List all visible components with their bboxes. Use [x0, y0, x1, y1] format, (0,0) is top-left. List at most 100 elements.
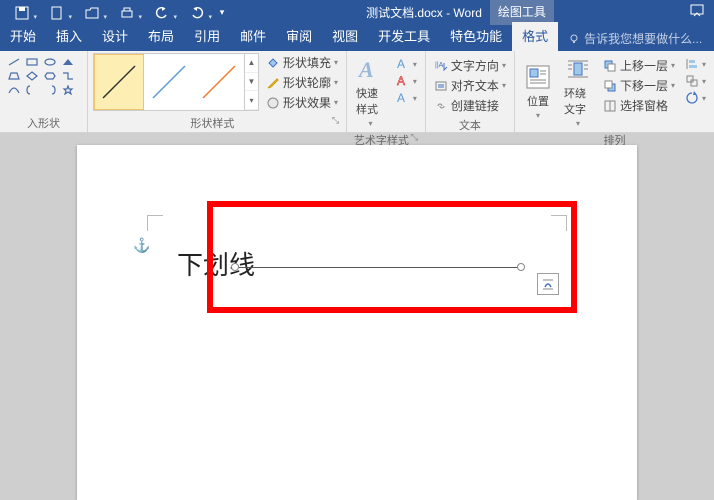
scroll-down-button[interactable]: ▼	[245, 73, 258, 92]
text-direction-button[interactable]: ||A文字方向▾	[431, 56, 509, 75]
svg-text:A: A	[397, 91, 405, 105]
paint-bucket-icon	[266, 56, 280, 70]
style-item-2[interactable]	[144, 54, 194, 110]
svg-text:A: A	[397, 74, 405, 88]
link-icon	[434, 99, 448, 113]
layout-options-button[interactable]	[537, 273, 559, 295]
shape-trapezoid-icon[interactable]	[5, 69, 22, 82]
shape-connector-icon[interactable]	[59, 69, 76, 82]
line-shape[interactable]	[235, 267, 521, 268]
align-button[interactable]: ▾	[682, 56, 709, 72]
group-arrange: 位置▾ 环绕文字▾ 上移一层▾ 下移一层▾ 选择窗格 ▾ ▾ ▾ 排列	[515, 51, 714, 132]
redo-button[interactable]: ▾	[179, 3, 214, 23]
style-item-3[interactable]	[194, 54, 244, 110]
send-backward-button[interactable]: 下移一层▾	[600, 76, 678, 95]
body-text[interactable]: 下划线	[177, 245, 255, 282]
document-title: 测试文档.docx - Word	[366, 4, 482, 21]
layout-options-icon	[541, 277, 555, 291]
shape-ellipse-icon[interactable]	[41, 55, 58, 68]
group-insert-shapes: 入形状	[0, 51, 88, 132]
tab-format[interactable]: 格式	[512, 22, 558, 51]
svg-text:||A: ||A	[435, 62, 444, 69]
shape-effects-button[interactable]: 形状效果▾	[263, 93, 341, 112]
group-icon	[685, 74, 699, 88]
svg-text:A: A	[397, 57, 405, 71]
tell-me-search[interactable]: 告诉我您想要做什么...	[558, 26, 712, 51]
annotation-highlight-box	[207, 201, 577, 313]
gallery-scroll: ▲ ▼ ▾	[244, 54, 258, 110]
scroll-up-button[interactable]: ▲	[245, 54, 258, 73]
style-item-1[interactable]	[94, 54, 144, 110]
tab-mailings[interactable]: 邮件	[230, 22, 276, 51]
ribbon: 入形状 ▲ ▼ ▾ 形状填充▾ 形状轮廓▾ 形状效果▾ 形状样式⤡	[0, 51, 714, 133]
rotate-icon	[685, 91, 699, 105]
dialog-launcher-wordart[interactable]: ⤡	[411, 132, 418, 143]
position-button[interactable]: 位置▾	[520, 53, 556, 130]
document-area[interactable]: ⚓ 下划线	[0, 133, 714, 500]
bring-forward-icon	[603, 59, 617, 73]
shape-star-icon[interactable]	[59, 83, 76, 96]
group-text: ||A文字方向▾ 对齐文本▾ 创建链接 文本	[426, 51, 515, 132]
svg-text:A: A	[357, 57, 374, 82]
shape-curve-icon[interactable]	[5, 83, 22, 96]
quick-access-toolbar: ▾ ▾ ▾ ▾ ▾ ▾ ▾	[4, 3, 230, 23]
shape-outline-button[interactable]: 形状轮廓▾	[263, 73, 341, 92]
shape-fill-button[interactable]: 形状填充▾	[263, 53, 341, 72]
send-backward-icon	[603, 79, 617, 93]
tab-review[interactable]: 审阅	[276, 22, 322, 51]
new-button[interactable]: ▾	[39, 3, 74, 23]
qat-customize-button[interactable]: ▾	[214, 3, 230, 23]
shapes-gallery[interactable]	[5, 53, 82, 113]
align-text-button[interactable]: 对齐文本▾	[431, 76, 509, 95]
window-controls	[690, 4, 704, 21]
text-outline-button[interactable]: A▾	[393, 73, 420, 89]
pencil-icon	[266, 76, 280, 90]
group-button[interactable]: ▾	[682, 73, 709, 89]
selection-pane-icon	[603, 99, 617, 113]
wordart-icon: A	[356, 55, 384, 83]
shape-style-gallery[interactable]: ▲ ▼ ▾	[93, 53, 259, 111]
text-effects-button[interactable]: A▾	[393, 90, 420, 106]
resize-handle-right[interactable]	[517, 263, 525, 271]
tab-design[interactable]: 设计	[92, 22, 138, 51]
text-fill-button[interactable]: A▾	[393, 56, 420, 72]
page[interactable]: ⚓ 下划线	[77, 145, 637, 500]
bring-forward-button[interactable]: 上移一层▾	[600, 56, 678, 75]
tab-special[interactable]: 特色功能	[440, 22, 512, 51]
selection-pane-button[interactable]: 选择窗格	[600, 96, 678, 115]
tab-layout[interactable]: 布局	[138, 22, 184, 51]
dialog-launcher-styles[interactable]: ⤡	[332, 115, 339, 126]
ribbon-options-button[interactable]	[690, 4, 704, 21]
tab-developer[interactable]: 开发工具	[368, 22, 440, 51]
shape-diamond-icon[interactable]	[23, 69, 40, 82]
save-button[interactable]: ▾	[4, 3, 39, 23]
effects-icon	[266, 96, 280, 110]
open-button[interactable]: ▾	[74, 3, 109, 23]
position-icon	[524, 63, 552, 91]
wrap-text-button[interactable]: 环绕文字▾	[560, 53, 596, 130]
undo-button[interactable]: ▾	[144, 3, 179, 23]
text-effects-icon: A	[396, 91, 410, 105]
create-link-button[interactable]: 创建链接	[431, 96, 509, 115]
line-body[interactable]	[235, 267, 521, 268]
shape-brace-icon[interactable]	[23, 83, 40, 96]
text-direction-icon: ||A	[434, 59, 448, 73]
margin-corner-tl	[147, 215, 163, 231]
tab-home[interactable]: 开始	[0, 22, 46, 51]
shape-hexagon-icon[interactable]	[41, 69, 58, 82]
rotate-button[interactable]: ▾	[682, 90, 709, 106]
align-objects-icon	[685, 57, 699, 71]
quick-styles-button[interactable]: A 快速样式 ▾	[352, 53, 389, 130]
shape-triangle-icon[interactable]	[59, 55, 76, 68]
tab-insert[interactable]: 插入	[46, 22, 92, 51]
shape-line-icon[interactable]	[5, 55, 22, 68]
ribbon-tabs: 开始 插入 设计 布局 引用 邮件 审阅 视图 开发工具 特色功能 格式 告诉我…	[0, 25, 714, 51]
tab-references[interactable]: 引用	[184, 22, 230, 51]
resize-handle-left[interactable]	[231, 263, 239, 271]
tab-view[interactable]: 视图	[322, 22, 368, 51]
shape-brace2-icon[interactable]	[41, 83, 58, 96]
print-button[interactable]: ▾	[109, 3, 144, 23]
gallery-more-button[interactable]: ▾	[245, 91, 258, 110]
wrap-text-icon	[564, 55, 592, 83]
shape-rect-icon[interactable]	[23, 55, 40, 68]
